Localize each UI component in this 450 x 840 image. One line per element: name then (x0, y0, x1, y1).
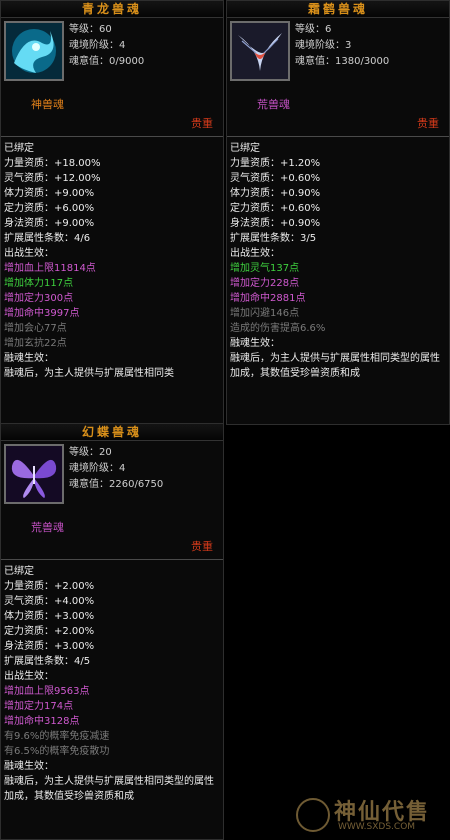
card-header: 等级：60 魂境阶级：4 魂意值：0/9000 (1, 18, 223, 96)
card-meta: 等级：6 魂境阶级：3 魂意值：1380/3000 (295, 22, 389, 70)
card-title: 霜鹤兽魂 (227, 1, 449, 18)
butterfly-soul-icon[interactable] (4, 444, 64, 504)
ext-count: 扩展属性条数：4/6 (4, 233, 91, 244)
card-body: 已绑定 力量资质：+2.00% 灵气资质：+4.00% 体力资质：+3.00% … (1, 564, 223, 804)
soul-card-qinglong: 青龙兽魂 等级：60 魂境阶级：4 魂意值：0/9000 神兽魂 贵重 已绑定 … (0, 0, 224, 425)
card-title: 幻蝶兽魂 (1, 424, 223, 441)
fusion-text: 融魂后，为主人提供与扩展属性相同类型的属性加成，其数值受珍兽资质和成 (4, 776, 214, 802)
effect-line: 增加灵气137点 (230, 263, 300, 274)
soul-value-text: 魂意值：1380/3000 (295, 56, 390, 67)
realm-text: 魂境阶级：4 (69, 40, 126, 51)
divider (1, 559, 223, 560)
card-meta: 等级：60 魂境阶级：4 魂意值：0/9000 (69, 22, 144, 70)
effect-line: 增加闪避146点 (230, 308, 300, 319)
effect-line: 增加体力117点 (4, 278, 74, 289)
fusion-text: 融魂后，为主人提供与扩展属性相同类型的属性加成，其数值受珍兽资质和成 (230, 353, 440, 379)
fusion-title: 融魂生效： (230, 338, 280, 349)
effect-line: 增加定力300点 (4, 293, 74, 304)
stat-line: 身法资质：+9.00% (4, 218, 95, 229)
card-meta: 等级：20 魂境阶级：4 魂意值：2260/6750 (69, 445, 163, 493)
stat-line: 灵气资质：+12.00% (4, 173, 101, 184)
dragon-soul-icon[interactable] (4, 21, 64, 81)
stat-line: 力量资质：+18.00% (4, 158, 101, 169)
bound-status: 已绑定 (4, 566, 34, 577)
stat-line: 力量资质：+1.20% (230, 158, 321, 169)
effect-line: 增加命中3128点 (4, 716, 80, 727)
card-header: 等级：20 魂境阶级：4 魂意值：2260/6750 (1, 441, 223, 519)
rarity-label: 贵重 (191, 540, 213, 553)
effect-title: 出战生效： (230, 248, 280, 259)
effect-title: 出战生效： (4, 671, 54, 682)
effect-line: 有6.5%的概率免疫散功 (4, 746, 110, 757)
stat-line: 力量资质：+2.00% (4, 581, 95, 592)
stat-line: 定力资质：+2.00% (4, 626, 95, 637)
soul-type: 荒兽魂 (257, 98, 290, 111)
effect-line: 增加血上限9563点 (4, 686, 90, 697)
bound-status: 已绑定 (230, 143, 260, 154)
fusion-text: 融魂后，为主人提供与扩展属性相同类 (4, 368, 174, 379)
card-title: 青龙兽魂 (1, 1, 223, 18)
realm-text: 魂境阶级：4 (69, 463, 126, 474)
crane-soul-icon[interactable] (230, 21, 290, 81)
divider (1, 136, 223, 137)
effect-line: 增加命中2881点 (230, 293, 306, 304)
fusion-title: 融魂生效： (4, 353, 54, 364)
soul-type: 荒兽魂 (31, 521, 64, 534)
stat-line: 体力资质：+9.00% (4, 188, 95, 199)
soul-value-text: 魂意值：0/9000 (69, 56, 145, 67)
watermark-url: WWW.SXDS.COM (338, 822, 416, 832)
stat-line: 体力资质：+3.00% (4, 611, 95, 622)
effect-line: 有9.6%的概率免疫减速 (4, 731, 110, 742)
watermark-logo-icon (296, 798, 330, 832)
effect-line: 增加血上限11814点 (4, 263, 96, 274)
stat-line: 灵气资质：+4.00% (4, 596, 95, 607)
card-header: 等级：6 魂境阶级：3 魂意值：1380/3000 (227, 18, 449, 96)
stat-line: 身法资质：+0.90% (230, 218, 321, 229)
effect-line: 增加命中3997点 (4, 308, 80, 319)
card-body: 已绑定 力量资质：+18.00% 灵气资质：+12.00% 体力资质：+9.00… (1, 141, 223, 381)
rarity-label: 贵重 (191, 117, 213, 130)
effect-line: 造成的伤害提高6.6% (230, 323, 326, 334)
bound-status: 已绑定 (4, 143, 34, 154)
stat-line: 体力资质：+0.90% (230, 188, 321, 199)
soul-card-shuanghe: 霜鹤兽魂 等级：6 魂境阶级：3 魂意值：1380/3000 荒兽魂 贵重 已绑… (226, 0, 450, 425)
watermark: 神仙代售 WWW.SXDS.COM (294, 794, 444, 836)
stat-line: 定力资质：+6.00% (4, 203, 95, 214)
fusion-title: 融魂生效： (4, 761, 54, 772)
effect-line: 增加定力174点 (4, 701, 74, 712)
soul-type: 神兽魂 (31, 98, 64, 111)
level-text: 等级：60 (69, 24, 112, 35)
rarity-label: 贵重 (417, 117, 439, 130)
soul-value-text: 魂意值：2260/6750 (69, 479, 164, 490)
card-body: 已绑定 力量资质：+1.20% 灵气资质：+0.60% 体力资质：+0.90% … (227, 141, 449, 381)
realm-text: 魂境阶级：3 (295, 40, 352, 51)
soul-card-huandie: 幻蝶兽魂 等级：20 魂境阶级：4 魂意值：2260/6750 荒兽魂 贵重 已… (0, 423, 224, 840)
effect-line: 增加会心77点 (4, 323, 67, 334)
stat-line: 灵气资质：+0.60% (230, 173, 321, 184)
level-text: 等级：20 (69, 447, 112, 458)
effect-title: 出战生效： (4, 248, 54, 259)
level-text: 等级：6 (295, 24, 332, 35)
ext-count: 扩展属性条数：3/5 (230, 233, 317, 244)
effect-line: 增加定力228点 (230, 278, 300, 289)
divider (227, 136, 449, 137)
stat-line: 身法资质：+3.00% (4, 641, 95, 652)
effect-line: 增加玄抗22点 (4, 338, 67, 349)
ext-count: 扩展属性条数：4/5 (4, 656, 91, 667)
stat-line: 定力资质：+0.60% (230, 203, 321, 214)
